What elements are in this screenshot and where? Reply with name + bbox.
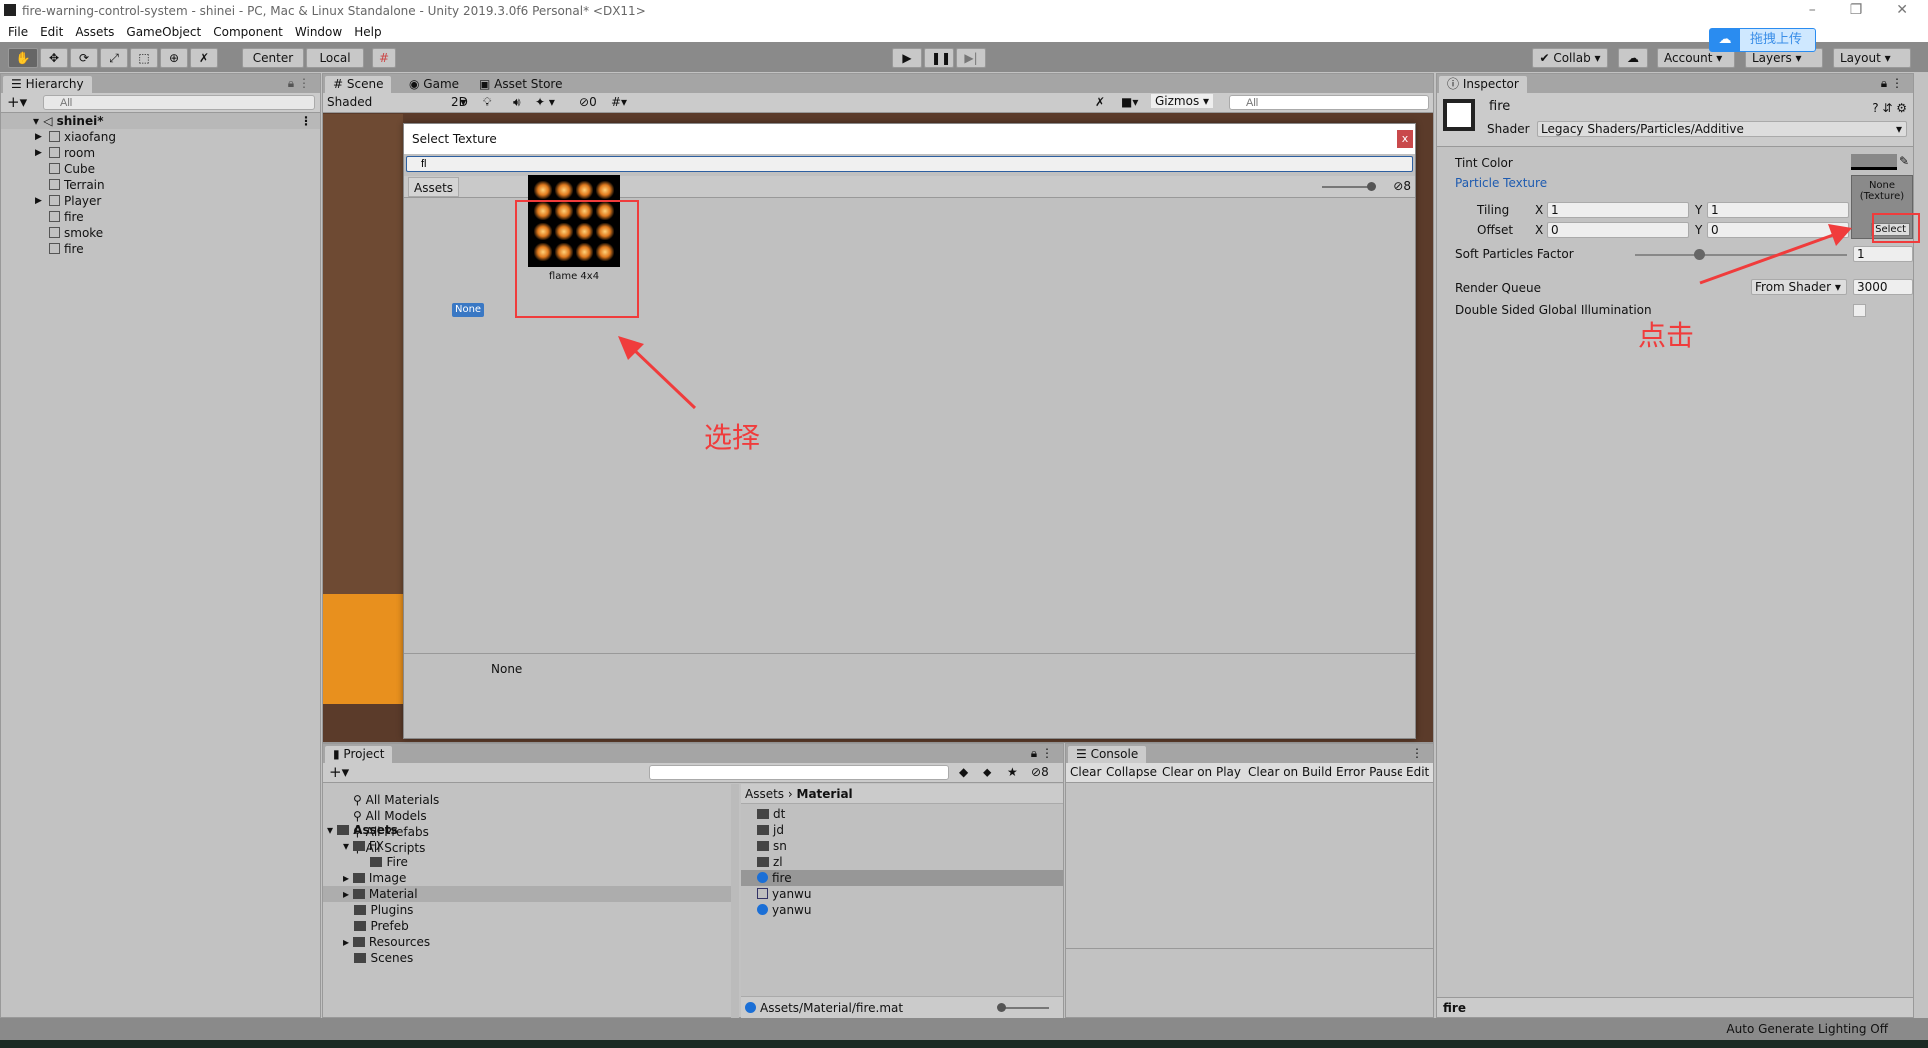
annotation-select-text: 选择: [704, 421, 761, 454]
annotation-click-text: 点击: [1638, 319, 1695, 352]
click-arrow-line: [1699, 232, 1837, 285]
annotation-arrows: [618, 224, 1852, 410]
select-arrow-line: [630, 346, 697, 410]
